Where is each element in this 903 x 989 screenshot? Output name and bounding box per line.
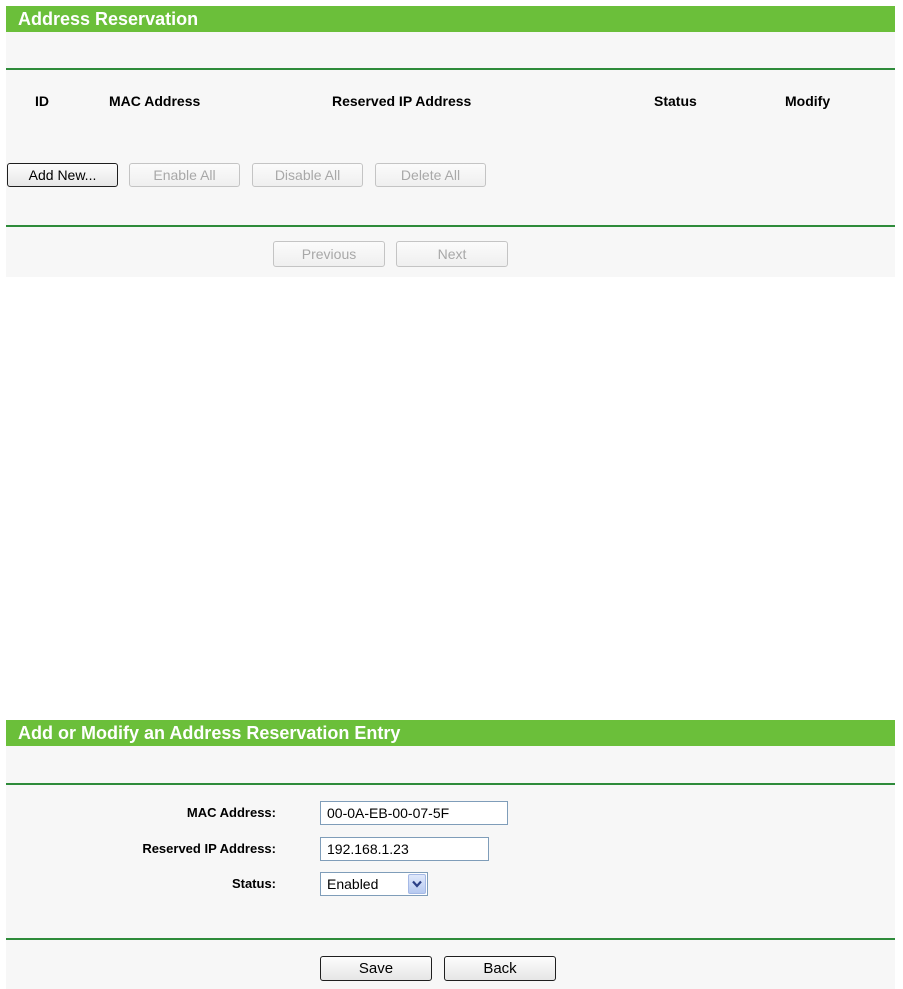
status-label: Status: [231,876,276,891]
column-header-mac: MAC Address [109,93,201,109]
disable-all-button[interactable]: Disable All [252,163,363,187]
divider [6,225,895,227]
previous-button[interactable]: Previous [273,241,385,267]
chevron-down-icon[interactable] [408,874,426,894]
column-header-reserved-ip: Reserved IP Address [332,93,472,109]
mac-address-label: MAC Address: [186,805,276,820]
reserved-ip-label: Reserved IP Address: [142,841,276,856]
reserved-ip-input[interactable] [320,837,489,861]
save-button[interactable]: Save [320,956,432,981]
divider [6,783,895,785]
next-button[interactable]: Next [396,241,508,267]
address-reservation-panel: Address Reservation ID MAC Address Reser… [6,6,895,277]
column-header-id: ID [35,93,49,109]
mac-address-input[interactable] [320,801,508,825]
divider [6,938,895,940]
column-header-modify: Modify [785,93,831,109]
enable-all-button[interactable]: Enable All [129,163,240,187]
status-select[interactable]: Enabled [320,872,428,896]
column-header-status: Status [654,93,697,109]
status-select-value: Enabled [327,876,379,892]
delete-all-button[interactable]: Delete All [375,163,486,187]
panel-title: Add or Modify an Address Reservation Ent… [6,720,895,746]
add-modify-entry-panel: Add or Modify an Address Reservation Ent… [6,720,895,989]
divider [6,68,895,70]
back-button[interactable]: Back [444,956,556,981]
add-new-button[interactable]: Add New... [7,163,118,187]
panel-title: Address Reservation [6,6,895,32]
